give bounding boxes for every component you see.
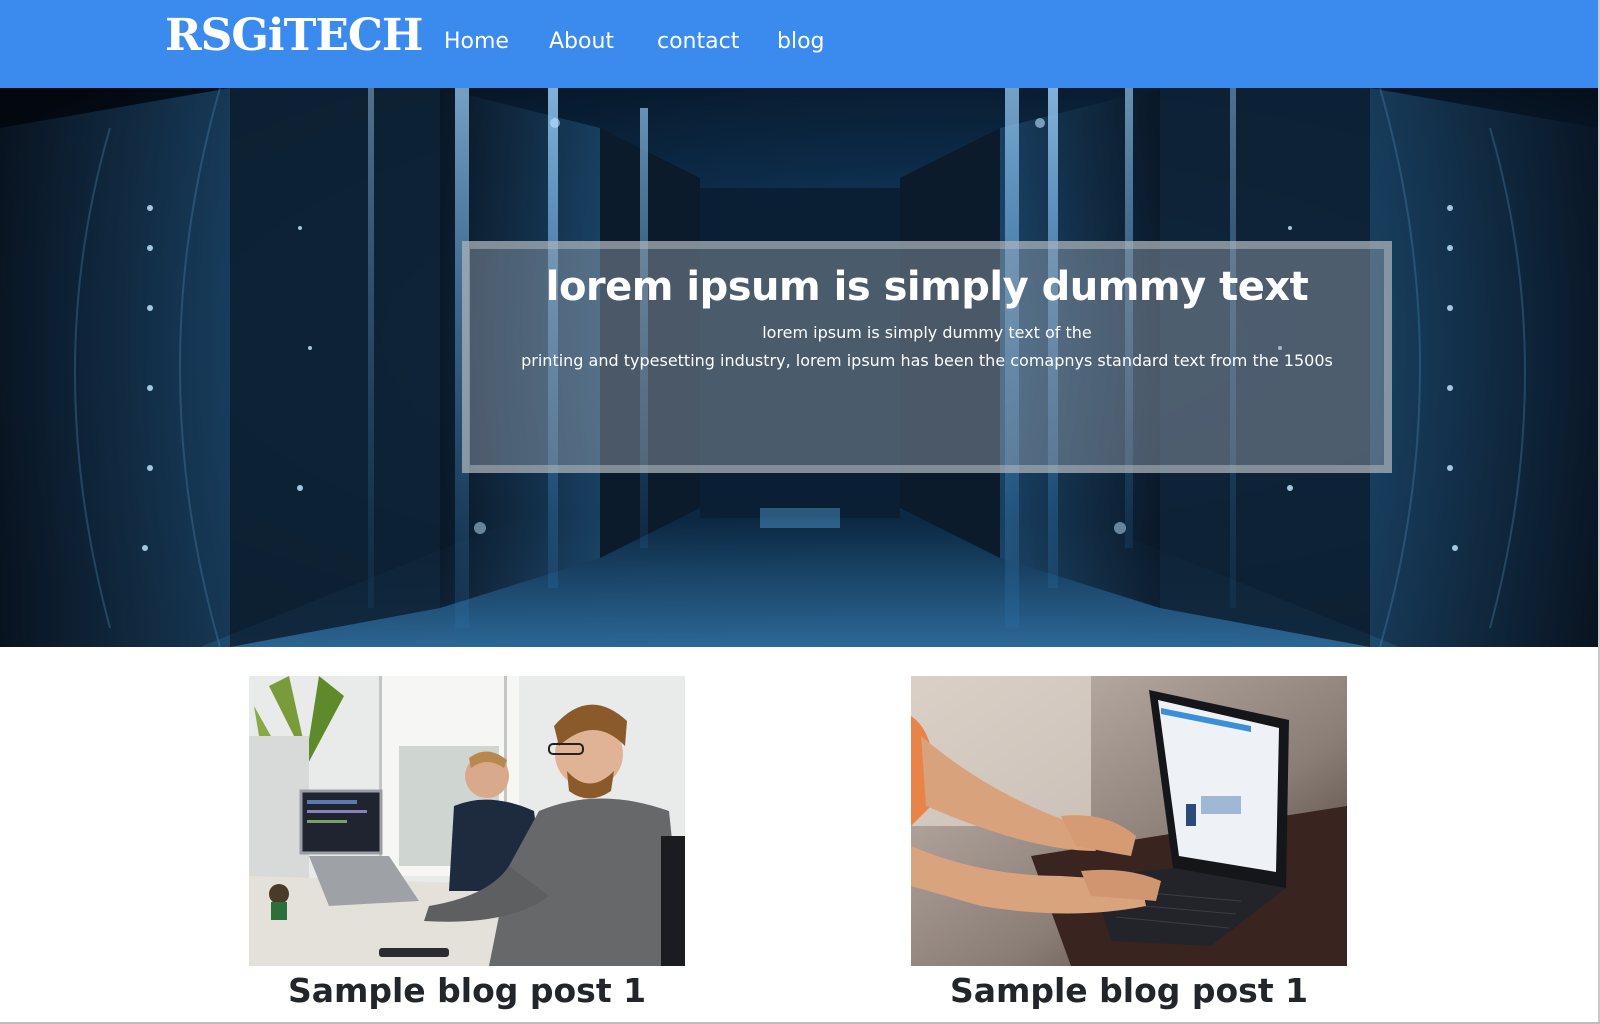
hero-description-line2: printing and typesetting industry, lorem…	[521, 351, 1333, 370]
office-developers-photo	[249, 676, 685, 966]
top-navbar: RSGiTECH Home About contact blog	[0, 0, 1598, 88]
hero-title: lorem ipsum is simply dummy text	[545, 264, 1309, 310]
hero-banner: lorem ipsum is simply dummy text lorem i…	[0, 88, 1598, 647]
hero-caption-box: lorem ipsum is simply dummy text lorem i…	[462, 241, 1392, 473]
blog-post-title[interactable]: Sample blog post 1	[911, 966, 1347, 1016]
blog-post-image[interactable]	[249, 676, 685, 966]
blog-post-card[interactable]: Sample blog post 1	[249, 676, 685, 1016]
hero-description-line1: lorem ipsum is simply dummy text of the	[762, 323, 1092, 342]
hero-description: lorem ipsum is simply dummy text of the …	[470, 319, 1384, 375]
nav-about-link[interactable]: About	[549, 25, 614, 59]
blog-post-image[interactable]	[911, 676, 1347, 966]
page: RSGiTECH Home About contact blog lorem i…	[0, 0, 1600, 1024]
laptop-typing-photo	[911, 676, 1347, 966]
site-logo[interactable]: RSGiTECH	[165, 8, 424, 64]
nav-home-link[interactable]: Home	[444, 25, 509, 59]
blog-post-title[interactable]: Sample blog post 1	[249, 966, 685, 1016]
nav-blog-link[interactable]: blog	[777, 25, 825, 59]
nav-contact-link[interactable]: contact	[657, 25, 739, 59]
blog-post-card[interactable]: Sample blog post 1	[911, 676, 1347, 1016]
